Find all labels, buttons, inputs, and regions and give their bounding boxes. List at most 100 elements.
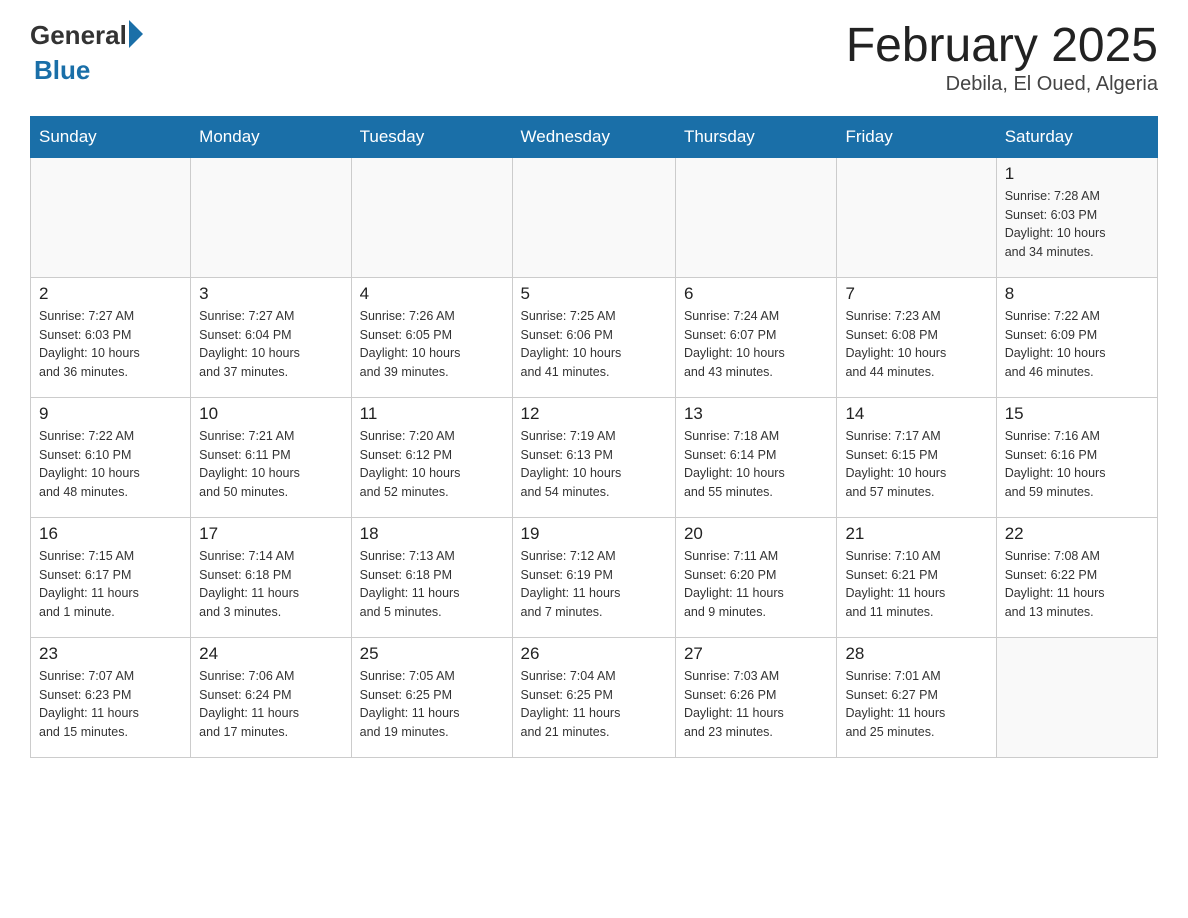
- calendar-day-cell: 3 Sunrise: 7:27 AM Sunset: 6:04 PM Daylig…: [191, 277, 351, 397]
- day-number: 10: [199, 404, 342, 424]
- calendar-day-cell: 4 Sunrise: 7:26 AM Sunset: 6:05 PM Daylig…: [351, 277, 512, 397]
- logo-general-text: General: [30, 20, 127, 51]
- calendar-week-3: 9Sunrise: 7:22 AM Sunset: 6:10 PM Daylig…: [31, 397, 1158, 517]
- day-info: Sunrise: 7:01 AM Sunset: 6:27 PM Dayligh…: [845, 667, 987, 742]
- day-info: Sunrise: 7:04 AM Sunset: 6:25 PM Dayligh…: [521, 667, 667, 742]
- header-wednesday: Wednesday: [512, 116, 675, 157]
- calendar-day-cell: 26 Sunrise: 7:04 AM Sunset: 6:25 PM Dayli…: [512, 637, 675, 757]
- calendar-week-2: 2 Sunrise: 7:27 AM Sunset: 6:03 PM Daylig…: [31, 277, 1158, 397]
- day-info: Sunrise: 7:05 AM Sunset: 6:25 PM Dayligh…: [360, 667, 504, 742]
- calendar-day-cell: [512, 157, 675, 277]
- header-saturday: Saturday: [996, 116, 1157, 157]
- day-info: Sunrise: 7:19 AM Sunset: 6:13 PM Dayligh…: [521, 427, 667, 502]
- day-info: Sunrise: 7:20 AM Sunset: 6:12 PM Dayligh…: [360, 427, 504, 502]
- calendar-table: SundayMondayTuesdayWednesdayThursdayFrid…: [30, 116, 1158, 758]
- day-number: 16: [39, 524, 182, 544]
- calendar-location: Debila, El Oued, Algeria: [846, 73, 1158, 96]
- day-number: 21: [845, 524, 987, 544]
- day-number: 6: [684, 284, 829, 304]
- day-number: 20: [684, 524, 829, 544]
- calendar-header-row: SundayMondayTuesdayWednesdayThursdayFrid…: [31, 116, 1158, 157]
- day-info: Sunrise: 7:03 AM Sunset: 6:26 PM Dayligh…: [684, 667, 829, 742]
- calendar-day-cell: 21 Sunrise: 7:10 AM Sunset: 6:21 PM Dayli…: [837, 517, 996, 637]
- day-number: 12: [521, 404, 667, 424]
- calendar-day-cell: [351, 157, 512, 277]
- day-info: Sunrise: 7:15 AM Sunset: 6:17 PM Dayligh…: [39, 547, 182, 622]
- day-info: Sunrise: 7:23 AM Sunset: 6:08 PM Dayligh…: [845, 307, 987, 382]
- calendar-day-cell: 22 Sunrise: 7:08 AM Sunset: 6:22 PM Dayli…: [996, 517, 1157, 637]
- calendar-day-cell: 18 Sunrise: 7:13 AM Sunset: 6:18 PM Dayli…: [351, 517, 512, 637]
- day-info: Sunrise: 7:13 AM Sunset: 6:18 PM Dayligh…: [360, 547, 504, 622]
- day-number: 22: [1005, 524, 1149, 544]
- calendar-day-cell: 11 Sunrise: 7:20 AM Sunset: 6:12 PM Dayli…: [351, 397, 512, 517]
- calendar-month-year: February 2025: [846, 20, 1158, 73]
- day-number: 8: [1005, 284, 1149, 304]
- day-number: 18: [360, 524, 504, 544]
- calendar-day-cell: 10 Sunrise: 7:21 AM Sunset: 6:11 PM Dayli…: [191, 397, 351, 517]
- header-friday: Friday: [837, 116, 996, 157]
- day-number: 17: [199, 524, 342, 544]
- day-number: 9: [39, 404, 182, 424]
- calendar-day-cell: 15Sunrise: 7:16 AM Sunset: 6:16 PM Dayli…: [996, 397, 1157, 517]
- calendar-day-cell: 23 Sunrise: 7:07 AM Sunset: 6:23 PM Dayli…: [31, 637, 191, 757]
- day-info: Sunrise: 7:26 AM Sunset: 6:05 PM Dayligh…: [360, 307, 504, 382]
- calendar-week-1: 1 Sunrise: 7:28 AM Sunset: 6:03 PM Daylig…: [31, 157, 1158, 277]
- day-number: 13: [684, 404, 829, 424]
- calendar-day-cell: 28Sunrise: 7:01 AM Sunset: 6:27 PM Dayli…: [837, 637, 996, 757]
- day-number: 7: [845, 284, 987, 304]
- calendar-day-cell: 14 Sunrise: 7:17 AM Sunset: 6:15 PM Dayli…: [837, 397, 996, 517]
- calendar-day-cell: 5 Sunrise: 7:25 AM Sunset: 6:06 PM Daylig…: [512, 277, 675, 397]
- calendar-day-cell: [191, 157, 351, 277]
- page-header: General Blue February 2025 Debila, El Ou…: [30, 20, 1158, 96]
- day-number: 1: [1005, 164, 1149, 184]
- day-info: Sunrise: 7:12 AM Sunset: 6:19 PM Dayligh…: [521, 547, 667, 622]
- day-info: Sunrise: 7:06 AM Sunset: 6:24 PM Dayligh…: [199, 667, 342, 742]
- calendar-day-cell: 9Sunrise: 7:22 AM Sunset: 6:10 PM Daylig…: [31, 397, 191, 517]
- day-info: Sunrise: 7:27 AM Sunset: 6:04 PM Dayligh…: [199, 307, 342, 382]
- day-info: Sunrise: 7:17 AM Sunset: 6:15 PM Dayligh…: [845, 427, 987, 502]
- day-info: Sunrise: 7:21 AM Sunset: 6:11 PM Dayligh…: [199, 427, 342, 502]
- calendar-day-cell: 17Sunrise: 7:14 AM Sunset: 6:18 PM Dayli…: [191, 517, 351, 637]
- day-info: Sunrise: 7:11 AM Sunset: 6:20 PM Dayligh…: [684, 547, 829, 622]
- day-info: Sunrise: 7:24 AM Sunset: 6:07 PM Dayligh…: [684, 307, 829, 382]
- calendar-day-cell: 25 Sunrise: 7:05 AM Sunset: 6:25 PM Dayli…: [351, 637, 512, 757]
- logo-blue-text: Blue: [34, 55, 143, 86]
- calendar-day-cell: 24Sunrise: 7:06 AM Sunset: 6:24 PM Dayli…: [191, 637, 351, 757]
- calendar-day-cell: 1 Sunrise: 7:28 AM Sunset: 6:03 PM Daylig…: [996, 157, 1157, 277]
- day-number: 2: [39, 284, 182, 304]
- day-number: 14: [845, 404, 987, 424]
- day-number: 15: [1005, 404, 1149, 424]
- day-number: 25: [360, 644, 504, 664]
- day-number: 11: [360, 404, 504, 424]
- day-number: 4: [360, 284, 504, 304]
- day-info: Sunrise: 7:07 AM Sunset: 6:23 PM Dayligh…: [39, 667, 182, 742]
- calendar-day-cell: [996, 637, 1157, 757]
- day-number: 26: [521, 644, 667, 664]
- calendar-day-cell: 19 Sunrise: 7:12 AM Sunset: 6:19 PM Dayli…: [512, 517, 675, 637]
- day-number: 23: [39, 644, 182, 664]
- calendar-title-area: February 2025 Debila, El Oued, Algeria: [846, 20, 1158, 96]
- header-sunday: Sunday: [31, 116, 191, 157]
- calendar-day-cell: 20 Sunrise: 7:11 AM Sunset: 6:20 PM Dayli…: [675, 517, 837, 637]
- logo: General Blue: [30, 20, 143, 86]
- day-info: Sunrise: 7:25 AM Sunset: 6:06 PM Dayligh…: [521, 307, 667, 382]
- calendar-day-cell: 7 Sunrise: 7:23 AM Sunset: 6:08 PM Daylig…: [837, 277, 996, 397]
- logo-arrow-icon: [129, 20, 143, 48]
- calendar-day-cell: 8 Sunrise: 7:22 AM Sunset: 6:09 PM Daylig…: [996, 277, 1157, 397]
- day-info: Sunrise: 7:10 AM Sunset: 6:21 PM Dayligh…: [845, 547, 987, 622]
- header-monday: Monday: [191, 116, 351, 157]
- day-number: 27: [684, 644, 829, 664]
- day-number: 3: [199, 284, 342, 304]
- day-number: 5: [521, 284, 667, 304]
- calendar-day-cell: [31, 157, 191, 277]
- calendar-week-5: 23 Sunrise: 7:07 AM Sunset: 6:23 PM Dayli…: [31, 637, 1158, 757]
- day-info: Sunrise: 7:08 AM Sunset: 6:22 PM Dayligh…: [1005, 547, 1149, 622]
- day-info: Sunrise: 7:27 AM Sunset: 6:03 PM Dayligh…: [39, 307, 182, 382]
- day-info: Sunrise: 7:28 AM Sunset: 6:03 PM Dayligh…: [1005, 187, 1149, 262]
- day-info: Sunrise: 7:22 AM Sunset: 6:09 PM Dayligh…: [1005, 307, 1149, 382]
- header-tuesday: Tuesday: [351, 116, 512, 157]
- day-number: 19: [521, 524, 667, 544]
- calendar-day-cell: 27 Sunrise: 7:03 AM Sunset: 6:26 PM Dayli…: [675, 637, 837, 757]
- calendar-week-4: 16 Sunrise: 7:15 AM Sunset: 6:17 PM Dayli…: [31, 517, 1158, 637]
- calendar-day-cell: 2 Sunrise: 7:27 AM Sunset: 6:03 PM Daylig…: [31, 277, 191, 397]
